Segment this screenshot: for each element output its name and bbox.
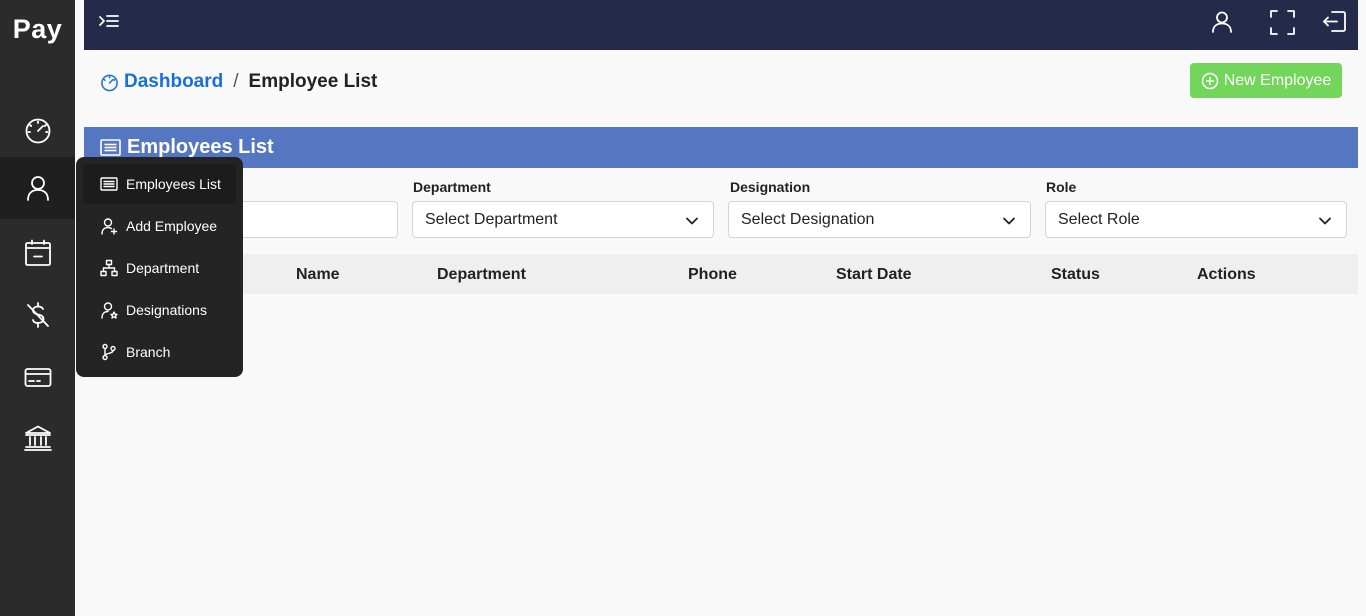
- sidebar-item-bank[interactable]: [0, 407, 75, 469]
- sidebar-item-employees[interactable]: [0, 157, 75, 219]
- credit-card-icon: [24, 368, 51, 387]
- profile-icon[interactable]: [1210, 10, 1234, 34]
- role-select-value: Select Role: [1058, 210, 1140, 228]
- sidebar-item-attendance[interactable]: [0, 222, 75, 284]
- employees-flyout-menu: Employees List Add Employee Department D…: [76, 157, 243, 377]
- menu-item-branch[interactable]: Branch: [83, 332, 236, 372]
- menu-item-designations[interactable]: Designations: [83, 290, 236, 330]
- menu-item-label: Department: [126, 260, 200, 276]
- designation-select[interactable]: Select Designation: [728, 201, 1031, 238]
- designation-select-value: Select Designation: [741, 210, 875, 228]
- brand-logo[interactable]: Pay: [0, 14, 75, 45]
- table-header: Name Department Phone Start Date Status …: [84, 254, 1358, 294]
- sidebar: Pay: [0, 0, 75, 616]
- user-icon: [26, 176, 49, 201]
- department-filter-label: Department: [413, 179, 491, 195]
- sidebar-toggle-icon[interactable]: [98, 12, 120, 32]
- menu-item-employees-list[interactable]: Employees List: [83, 164, 236, 204]
- fullscreen-icon[interactable]: [1269, 9, 1296, 36]
- department-select-value: Select Department: [425, 210, 558, 228]
- list-icon: [100, 177, 118, 191]
- breadcrumb-dashboard-link[interactable]: Dashboard: [124, 71, 223, 93]
- menu-item-department[interactable]: Department: [83, 248, 236, 288]
- top-navbar: [84, 0, 1358, 50]
- chevron-down-icon: [686, 217, 698, 225]
- breadcrumb-separator: /: [233, 71, 239, 92]
- column-header-name[interactable]: Name: [296, 266, 340, 284]
- dollar-off-icon: [26, 302, 49, 328]
- calendar-icon: [24, 239, 51, 266]
- menu-item-label: Branch: [126, 344, 171, 360]
- plus-circle-icon: [1201, 72, 1218, 89]
- new-employee-label: New Employee: [1223, 71, 1332, 89]
- user-add-icon: [101, 218, 118, 235]
- chevron-down-icon: [1003, 217, 1015, 225]
- menu-item-label: Add Employee: [126, 218, 218, 234]
- breadcrumb: Dashboard / Employee List: [100, 70, 377, 94]
- designation-filter-label: Designation: [730, 179, 811, 195]
- menu-item-add-employee[interactable]: Add Employee: [83, 206, 236, 246]
- sidebar-item-payments[interactable]: [0, 346, 75, 408]
- card-title: Employees List: [127, 136, 274, 158]
- role-select[interactable]: Select Role: [1045, 201, 1347, 238]
- dashboard-icon: [101, 74, 118, 91]
- department-select[interactable]: Select Department: [412, 201, 714, 238]
- sidebar-item-dashboard[interactable]: [0, 99, 75, 161]
- column-header-status[interactable]: Status: [1051, 266, 1100, 284]
- user-star-icon: [101, 302, 118, 319]
- git-branch-icon: [102, 343, 116, 361]
- card-header: Employees List: [84, 127, 1358, 168]
- role-filter-label: Role: [1046, 179, 1077, 195]
- column-header-phone[interactable]: Phone: [688, 266, 737, 284]
- logout-icon[interactable]: [1322, 9, 1347, 34]
- hierarchy-icon: [100, 259, 118, 277]
- bank-icon: [23, 425, 52, 451]
- chevron-down-icon: [1319, 217, 1331, 225]
- page-title: Employee List: [248, 71, 378, 92]
- column-header-actions[interactable]: Actions: [1197, 266, 1256, 284]
- list-icon: [100, 139, 121, 156]
- sidebar-item-payroll[interactable]: [0, 284, 75, 346]
- column-header-start-date[interactable]: Start Date: [836, 266, 912, 284]
- menu-item-label: Employees List: [126, 176, 221, 192]
- new-employee-button[interactable]: New Employee: [1190, 63, 1342, 98]
- speedometer-icon: [25, 118, 50, 144]
- column-header-department[interactable]: Department: [437, 266, 526, 284]
- menu-item-label: Designations: [126, 302, 207, 318]
